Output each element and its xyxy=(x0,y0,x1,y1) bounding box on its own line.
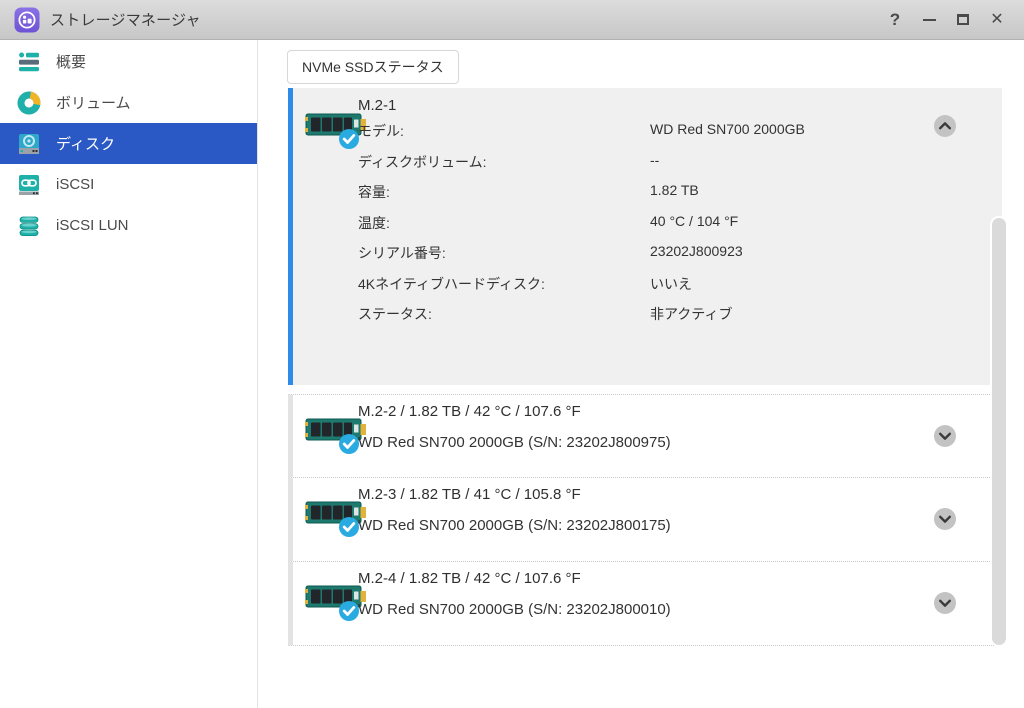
window-title: ストレージマネージャ xyxy=(50,12,201,29)
detail-row-model: モデル: WD Red SN700 2000GB xyxy=(358,121,805,139)
expand-button[interactable] xyxy=(933,507,957,531)
close-button[interactable]: ✕ xyxy=(984,7,1010,33)
detail-row-temperature: 温度: 40 °C / 104 °F xyxy=(358,212,739,231)
help-button[interactable]: ? xyxy=(882,7,908,33)
chevron-up-icon xyxy=(934,115,956,137)
main-content: NVMe SSDステータス M.2-1 モデル: WD Red SN700 20… xyxy=(259,40,1024,708)
disk-summary-title: M.2-2 / 1.82 TB / 42 °C / 107.6 °F xyxy=(358,403,581,420)
disk-summary-subtitle: WD Red SN700 2000GB (S/N: 23202J800175) xyxy=(358,517,671,534)
detail-row-4k-native: 4Kネイティブハードディスク: いいえ xyxy=(358,275,692,292)
disk-summary-title: M.2-3 / 1.82 TB / 41 °C / 105.8 °F xyxy=(358,486,581,503)
disk-card-m2-3[interactable]: M.2-3 / 1.82 TB / 41 °C / 105.8 °F WD Re… xyxy=(288,478,1002,562)
chevron-down-icon xyxy=(934,508,956,530)
vertical-scrollbar-thumb[interactable] xyxy=(992,218,1006,645)
sidebar-item-label: iSCSI LUN xyxy=(56,217,129,234)
sidebar-item-label: iSCSI xyxy=(56,176,95,193)
overview-icon xyxy=(17,50,41,74)
sidebar-item-iscsi-lun[interactable]: iSCSI LUN xyxy=(0,205,257,246)
detail-row-capacity: 容量: 1.82 TB xyxy=(358,182,699,200)
detail-row-status: ステータス: 非アクティブ xyxy=(358,306,733,322)
disk-summary-subtitle: WD Red SN700 2000GB (S/N: 23202J800010) xyxy=(358,601,671,618)
disk-card-m2-1: M.2-1 モデル: WD Red SN700 2000GB ディスクボリューム… xyxy=(288,88,1002,385)
nvme-ssd-status-tab[interactable]: NVMe SSDステータス xyxy=(287,50,459,84)
titlebar: ストレージマネージャ ? ✕ xyxy=(0,0,1024,40)
iscsi-link-icon xyxy=(17,173,41,197)
disk-detail-rows: モデル: WD Red SN700 2000GB ディスクボリューム: -- 容… xyxy=(358,121,972,335)
sidebar-item-overview[interactable]: 概要 xyxy=(0,41,257,82)
expand-button[interactable] xyxy=(933,424,957,448)
sidebar-item-label: ディスク xyxy=(56,136,115,153)
maximize-icon xyxy=(957,14,969,25)
sidebar-item-volume[interactable]: ボリューム xyxy=(0,82,257,123)
volume-donut-icon xyxy=(17,91,41,115)
sidebar: 概要 ボリューム ディスク iSCSI iSCSI LUN xyxy=(0,40,258,708)
sidebar-item-iscsi[interactable]: iSCSI xyxy=(0,164,257,205)
sidebar-item-disk[interactable]: ディスク xyxy=(0,123,257,164)
maximize-button[interactable] xyxy=(950,7,976,33)
lun-stack-icon xyxy=(17,214,41,238)
window-controls: ? ✕ xyxy=(882,7,1010,33)
disk-summary-subtitle: WD Red SN700 2000GB (S/N: 23202J800975) xyxy=(358,434,671,451)
minimize-icon xyxy=(922,18,936,21)
collapse-button[interactable] xyxy=(933,114,957,138)
sidebar-item-label: 概要 xyxy=(56,54,87,71)
disk-card-m2-2[interactable]: M.2-2 / 1.82 TB / 42 °C / 107.6 °F WD Re… xyxy=(288,394,1002,478)
disk-summary-title: M.2-4 / 1.82 TB / 42 °C / 107.6 °F xyxy=(358,570,581,587)
chevron-down-icon xyxy=(934,592,956,614)
sidebar-item-label: ボリューム xyxy=(56,95,131,112)
chevron-down-icon xyxy=(934,425,956,447)
disk-card-list: M.2-1 モデル: WD Red SN700 2000GB ディスクボリューム… xyxy=(288,88,1002,646)
detail-row-volume: ディスクボリューム: -- xyxy=(358,151,660,170)
disk-drive-icon xyxy=(17,132,41,156)
disk-name: M.2-1 xyxy=(358,97,397,114)
expand-button[interactable] xyxy=(933,591,957,615)
disk-card-m2-4[interactable]: M.2-4 / 1.82 TB / 42 °C / 107.6 °F WD Re… xyxy=(288,562,1002,646)
storage-manager-app-icon xyxy=(14,7,40,33)
detail-row-serial: シリアル番号: 23202J800923 xyxy=(358,243,743,261)
minimize-button[interactable] xyxy=(916,7,942,33)
